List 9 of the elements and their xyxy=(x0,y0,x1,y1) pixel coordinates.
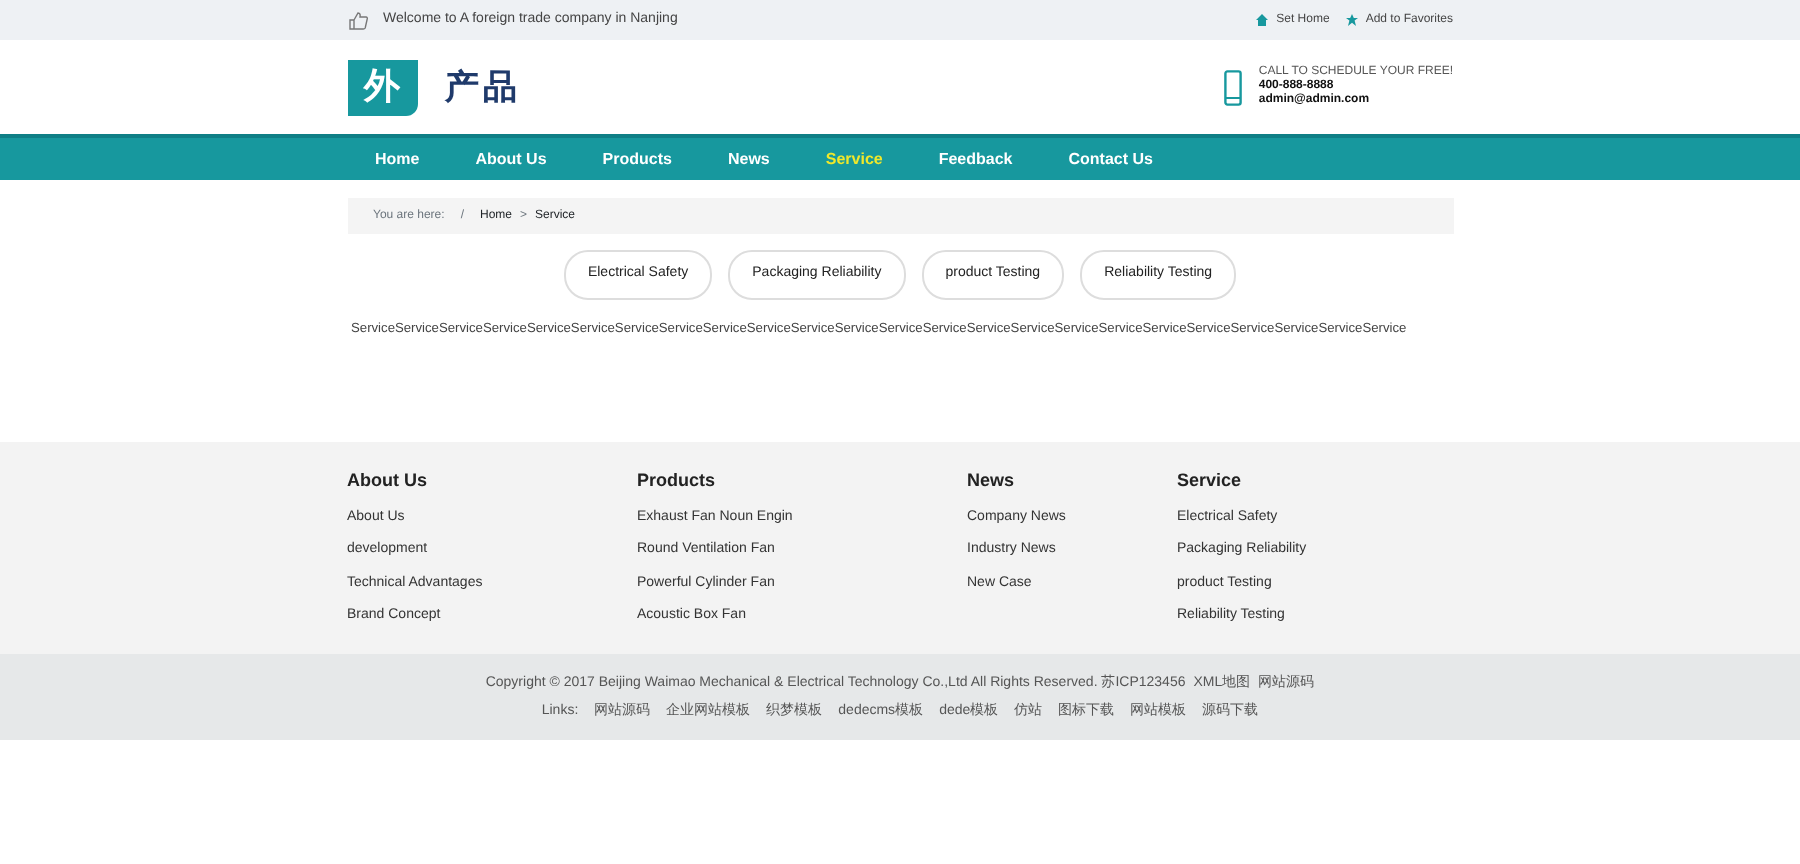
footer-heading: About Us xyxy=(347,467,429,493)
footer-heading: Service xyxy=(1177,467,1244,493)
star-icon xyxy=(1345,14,1358,26)
home-icon xyxy=(1256,14,1269,26)
logo-text[interactable]: 产品 xyxy=(445,61,521,113)
footer-heading: News xyxy=(967,467,1017,493)
phone-icon xyxy=(1224,69,1243,105)
thumbs-up-icon xyxy=(347,11,367,29)
footer-heading: Products xyxy=(637,467,718,493)
